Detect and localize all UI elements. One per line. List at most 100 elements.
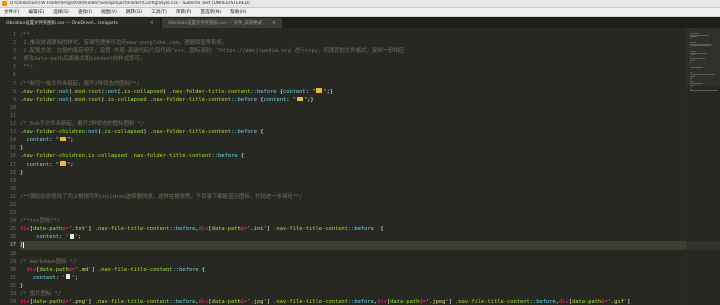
code-line[interactable]: 11 xyxy=(10,112,720,120)
menu-item[interactable]: 查找(I) xyxy=(78,9,92,15)
minimap-line xyxy=(690,59,695,61)
code-line[interactable]: 8 .nav-folder:not(.mod-root):not(.is-coll… xyxy=(13,88,720,96)
code-token: .mod-root xyxy=(71,88,102,95)
menu-bar: 文件(F) 编辑(E) 选择(S) 查找(I) 视图(V) 跳转(G) 工具(T) 项目(P)… xyxy=(0,8,720,17)
code-line[interactable]: 4 修改data-path后面格式和content的样式即可。 xyxy=(13,55,720,63)
code-line[interactable]: 22 xyxy=(10,201,720,209)
code-token: data-path xyxy=(33,299,63,305)
code-token: /* 图片图标 */ xyxy=(20,291,62,297)
code-token: content xyxy=(20,161,50,168)
line-number: 30 xyxy=(9,266,16,273)
code-token: /**弹励在原修改了同上根据写的children选择器的类，这样在搜是思，子目录… xyxy=(20,193,303,200)
code-line[interactable]: 19 xyxy=(10,177,720,185)
code-editor[interactable]: 1/** 2 1.推动自调原标的样式，有编号理参可访问www.yunglobe.c… xyxy=(0,28,720,305)
menu-item[interactable]: 视图(V) xyxy=(101,9,117,15)
code-token: .nav-folder-title-content xyxy=(169,88,251,95)
code-line[interactable]: 14 content: " "; xyxy=(10,136,720,144)
code-token: " xyxy=(55,161,59,168)
code-token: ; xyxy=(70,161,74,168)
code-line[interactable]: 28 xyxy=(10,250,720,258)
line-number: 20 xyxy=(9,185,16,192)
line-number: 25 xyxy=(9,226,16,233)
code-token: 2.配置方法：在侧内保存用于，设置-外观-高级代码片段代码"css，图标请到："… xyxy=(20,48,405,55)
window-titlebar: D:\OneDrive\TW Folder\Project\All\Folder… xyxy=(0,0,720,8)
code-line[interactable]: 16 .nav-folder-children.is-collapsed .nav… xyxy=(10,152,720,160)
code-token: ::before xyxy=(231,96,257,103)
window-title: D:\OneDrive\TW Folder\Project\All\Folder… xyxy=(10,1,250,6)
sublime-app-icon xyxy=(2,1,7,6)
code-line[interactable]: 34 div[data-path$='.png'] .nav-file-title… xyxy=(10,298,720,305)
line-number: 7 xyxy=(12,80,16,87)
tab-bar: Obsidian设置文件夹图标.css — OneDrive\...\snipp… xyxy=(0,17,720,28)
code-line[interactable]: 33 /* 图片图标 */ xyxy=(10,290,720,298)
code-line[interactable]: 26 content: ' '; xyxy=(10,233,720,241)
close-icon[interactable]: × xyxy=(150,20,154,26)
menu-item[interactable]: 工具(T) xyxy=(151,9,167,15)
code-line[interactable]: 6 xyxy=(13,71,720,79)
code-line[interactable]: 1 /** xyxy=(13,31,720,39)
code-token: .is-collapsed xyxy=(120,88,163,95)
menu-item[interactable]: 编辑(E) xyxy=(28,9,44,15)
code-line[interactable]: 10 xyxy=(10,104,720,112)
code-line[interactable]: 3 2.配置方法：在侧内保存用于，设置-外观-高级代码片段代码"css，图标请到… xyxy=(13,47,720,55)
code-line[interactable]: 23 xyxy=(10,209,720,217)
line-number: 16 xyxy=(9,153,16,160)
code-token: ):not xyxy=(101,88,118,95)
code-token: data-path xyxy=(39,266,69,273)
code-line[interactable]: 2 1.推动自调原标的样式，有编号理参可访问www.yunglobe.com，遇… xyxy=(13,39,720,47)
line-number: 14 xyxy=(9,137,16,144)
code-line[interactable]: 25 div[data-path$='.txt'] .nav-file-title… xyxy=(10,225,720,233)
code-token: { xyxy=(237,153,244,160)
line-number: 18 xyxy=(9,169,16,176)
code-line[interactable]: 20 xyxy=(10,185,720,193)
line-number: 2 xyxy=(12,40,16,47)
code-line[interactable]: 9 .nav-folder:not(.mod-root).is-collapsed… xyxy=(13,96,720,104)
code-line[interactable]: 13 .nav-folder-children:not(.is-collapsed… xyxy=(10,128,720,136)
code-line[interactable]: 12 /* Sub子文件夹新起，展开2种状态的图标图标 */ xyxy=(10,120,720,128)
code-line[interactable]: 31 content: ' '; xyxy=(10,274,720,282)
line-number: 17 xyxy=(9,161,16,168)
line-number: 8 xyxy=(12,88,16,95)
code-line[interactable]: 27} xyxy=(10,241,720,250)
code-line[interactable]: 30 div[data-path$='.md'] .nav-file-title… xyxy=(10,266,720,274)
code-token: div xyxy=(20,226,30,233)
code-line[interactable]: 32} xyxy=(10,282,720,290)
menu-item[interactable]: 帮助(H) xyxy=(230,9,246,15)
menu-item[interactable]: 首选项(N) xyxy=(200,9,221,15)
code-token: content xyxy=(20,274,56,281)
code-token: .nav-file-title-content xyxy=(273,299,348,305)
code-token: data-path xyxy=(571,299,602,305)
folder-icon xyxy=(316,88,323,93)
menu-item[interactable]: 项目(P) xyxy=(176,9,192,15)
code-line[interactable]: 29 /* markdown图标 */ xyxy=(10,258,720,266)
tab-label: Obsidian设置文件夹图标.css — 文件_日期格式 xyxy=(168,21,263,26)
code-token: .nav-file-title-content xyxy=(455,299,530,305)
code-token: " xyxy=(312,88,316,95)
code-line[interactable]: 24 /**txt图标**/ xyxy=(10,217,720,225)
close-icon[interactable]: × xyxy=(272,20,276,26)
code-line[interactable]: 15} xyxy=(10,144,720,152)
line-number: 13 xyxy=(9,129,16,136)
code-token: } xyxy=(20,169,24,176)
line-number: 19 xyxy=(9,177,16,184)
code-token: } xyxy=(20,282,24,289)
code-area[interactable]: 1/** 2 1.推动自调原标的样式，有编号理参可访问www.yunglobe.c… xyxy=(10,31,720,305)
code-line[interactable]: 17 content: " "; xyxy=(10,161,720,169)
tab-inactive[interactable]: Obsidian设置文件夹图标.css — 文件_日期格式 × xyxy=(162,18,282,28)
code-token: { xyxy=(256,129,264,136)
menu-item[interactable]: 选择(S) xyxy=(53,9,69,15)
tab-active[interactable]: Obsidian设置文件夹图标.css — OneDrive\...\snipp… xyxy=(0,18,160,28)
code-token: .nav-folder xyxy=(20,96,56,103)
code-token: content xyxy=(20,234,59,241)
code-token: .is-collapsed xyxy=(101,129,144,136)
minimap-line xyxy=(690,45,711,47)
code-line[interactable]: 5 **/ xyxy=(13,63,720,71)
menu-item[interactable]: 文件(F) xyxy=(4,9,19,15)
code-line[interactable]: 21 /**弹励在原修改了同上根据写的children选择器的类，这样在搜是思，子… xyxy=(10,193,720,201)
code-line[interactable]: 7 /**制切一级文件夹链起，展开2种状态的图标**/ xyxy=(13,80,720,88)
code-token: ; xyxy=(70,137,74,144)
minimap[interactable] xyxy=(686,28,720,305)
code-line[interactable]: 18} xyxy=(10,169,720,177)
code-token: :not xyxy=(55,88,69,95)
menu-item[interactable]: 跳转(G) xyxy=(126,9,142,15)
